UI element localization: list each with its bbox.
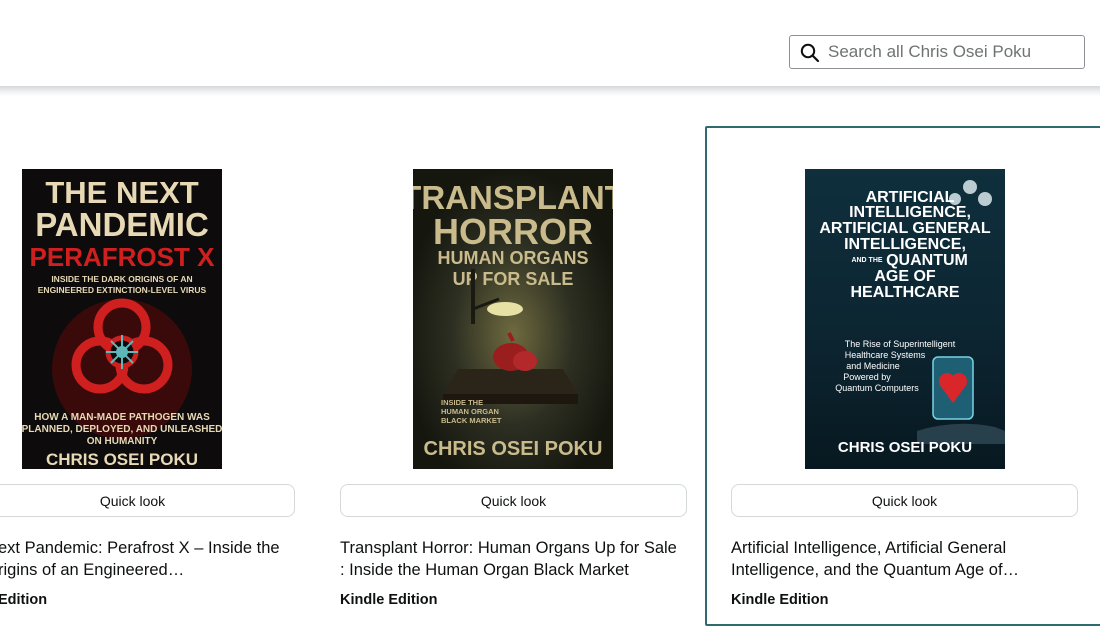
book-format: Kindle Edition (340, 592, 438, 608)
cover-blurb: ON HUMANITY (87, 436, 158, 447)
search-box[interactable] (789, 35, 1085, 69)
cover-subtitle: HUMAN ORGANS (438, 248, 589, 268)
book-cover[interactable]: TRANSPLANT HORROR HUMAN ORGANS UP FOR SA… (413, 169, 613, 469)
cover-subtitle: Powered by (843, 372, 891, 382)
cover-title: AND THE (851, 257, 882, 264)
cover-tagline: HUMAN ORGAN (441, 407, 499, 416)
cover-title: ARTIFICIAL GENERAL (819, 220, 990, 237)
cover-subtitle: Quantum Computers (835, 383, 919, 393)
cover-tagline: BLACK MARKET (441, 416, 502, 425)
book-cover[interactable]: ARTIFICIAL INTELLIGENCE, ARTIFICIAL GENE… (805, 169, 1005, 469)
quick-look-button[interactable]: Quick look (731, 484, 1078, 517)
cover-tagline: INSIDE THE DARK ORIGINS OF AN (51, 274, 192, 284)
search-input[interactable] (828, 36, 1078, 68)
cover-title: HEALTHCARE (850, 284, 959, 301)
quick-look-button[interactable]: Quick look (340, 484, 687, 517)
product-card[interactable]: TRANSPLANT HORROR HUMAN ORGANS UP FOR SA… (340, 126, 690, 626)
cover-subtitle: and Medicine (846, 361, 900, 371)
cover-subtitle: The Rise of Superintelligent (845, 339, 956, 349)
search-icon[interactable] (800, 43, 820, 63)
cover-title: QUANTUM (886, 252, 968, 269)
cover-blurb: HOW A MAN-MADE PATHOGEN WAS (34, 412, 210, 423)
store-header (0, 0, 1100, 88)
cover-subtitle: PERAFROST X (30, 242, 216, 272)
cover-title: PANDEMIC (35, 206, 209, 243)
book-format: Kindle Edition (731, 592, 829, 608)
cover-subtitle: Healthcare Systems (845, 350, 926, 360)
cover-title: INTELLIGENCE, (849, 204, 971, 221)
quick-look-button[interactable]: Quick look (0, 484, 295, 517)
product-card-selected[interactable]: ARTIFICIAL INTELLIGENCE, ARTIFICIAL GENE… (705, 126, 1100, 626)
product-card[interactable]: THE NEXT PANDEMIC PERAFROST X INSIDE THE… (0, 126, 310, 626)
book-title-link[interactable]: Artificial Intelligence, Artificial Gene… (731, 537, 1100, 581)
cover-title: THE NEXT (45, 175, 198, 210)
book-format: Edition (0, 592, 48, 608)
cover-title: HORROR (433, 211, 593, 252)
cover-author: CHRIS OSEI POKU (46, 450, 198, 469)
cover-blurb: PLANNED, DEPLOYED, AND UNLEASHED (22, 424, 222, 435)
header-divider (0, 86, 1100, 96)
cover-title: AGE OF (874, 268, 936, 285)
cover-tagline: INSIDE THE (441, 398, 483, 407)
cover-tagline: ENGINEERED EXTINCTION-LEVEL VIRUS (38, 285, 207, 295)
cover-subtitle: UP FOR SALE (453, 269, 574, 289)
cover-author: CHRIS OSEI POKU (424, 438, 603, 460)
book-cover[interactable]: THE NEXT PANDEMIC PERAFROST X INSIDE THE… (22, 169, 222, 469)
book-title-link[interactable]: Transplant Horror: Human Organs Up for S… (340, 537, 690, 581)
book-title-link[interactable]: ext Pandemic: Perafrost X – Inside the r… (0, 537, 318, 581)
cover-author: CHRIS OSEI POKU (838, 439, 972, 456)
cover-title: INTELLIGENCE, (844, 236, 966, 253)
